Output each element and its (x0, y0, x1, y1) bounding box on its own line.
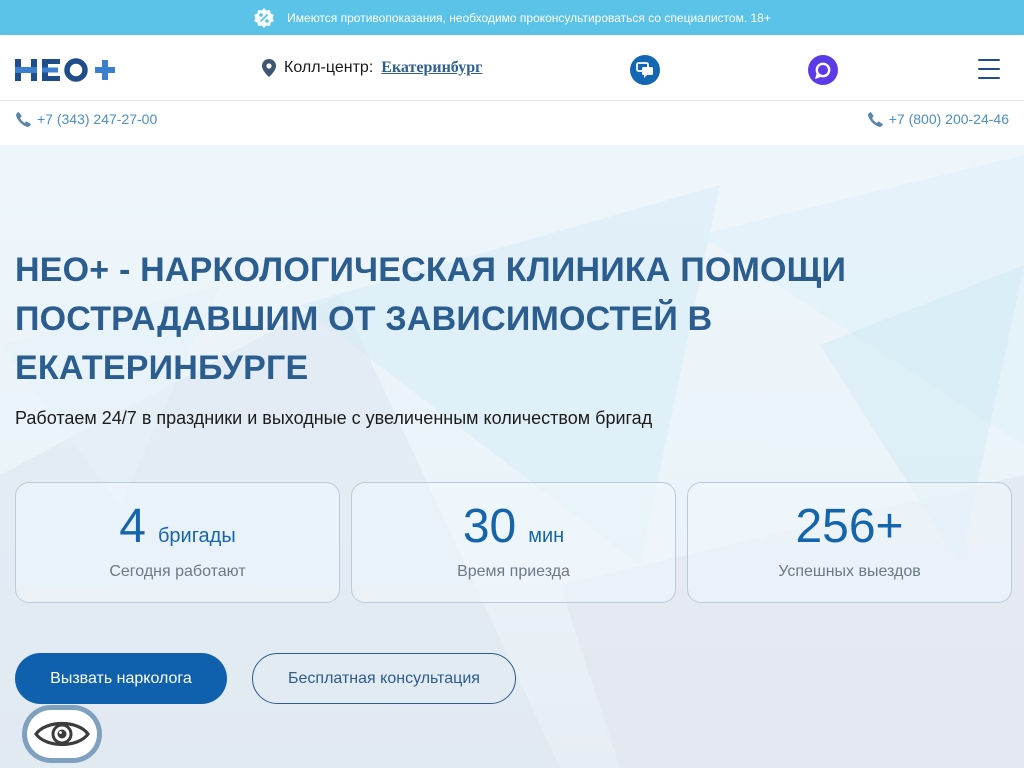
stat-unit: бригады (157, 525, 236, 547)
stat-value: 30 (462, 500, 517, 553)
messenger-icon (815, 62, 831, 79)
phone-number-local: +7 (343) 247-27-00 (37, 111, 158, 127)
chat-button[interactable] (630, 55, 660, 85)
hero-subtitle: Работаем 24/7 в праздники и выходные с у… (15, 408, 653, 428)
call-center-label: Колл-центр: (284, 59, 374, 76)
city-selector-link[interactable]: Екатеринбург (381, 59, 482, 77)
stats-row: 4 бригады Сегодня работают 30 мин Время … (15, 482, 1012, 603)
top-banner: Имеются противопоказания, необходимо про… (0, 0, 1024, 35)
call-narcologist-button[interactable]: Вызвать нарколога (15, 653, 227, 704)
phone-link-local[interactable]: +7 (343) 247-27-00 (16, 111, 157, 127)
stat-value: 256+ (795, 500, 904, 553)
eye-icon (34, 722, 90, 746)
stat-card-visits: 256+ Успешных выездов (687, 482, 1012, 603)
chat-icon (636, 62, 653, 78)
hamburger-menu-icon[interactable] (978, 59, 1000, 79)
phone-link-federal[interactable]: +7 (800) 200-24-46 (867, 111, 1009, 127)
stat-caption: Сегодня работают (109, 563, 246, 580)
header-divider (0, 100, 1024, 101)
stat-value: 4 (119, 500, 146, 553)
site-header: Колл-центр: Екатеринбург +7 (343) 247-27… (0, 35, 1024, 145)
hero-section: НЕО+ - НАРКОЛОГИЧЕСКАЯ КЛИНИКА ПОМОЩИ ПО… (0, 145, 1024, 768)
phone-icon (16, 111, 31, 127)
site-logo[interactable] (15, 57, 117, 83)
phone-number-federal: +7 (800) 200-24-46 (888, 111, 1009, 127)
percent-badge-icon (254, 7, 275, 28)
stat-unit: мин (528, 525, 565, 547)
location-pin-icon (262, 59, 276, 77)
page-title: НЕО+ - НАРКОЛОГИЧЕСКАЯ КЛИНИКА ПОМОЩИ ПО… (15, 251, 847, 387)
call-center: Колл-центр: Екатеринбург (262, 59, 482, 77)
accessibility-button[interactable] (22, 705, 102, 763)
logo-mark (15, 58, 115, 82)
stat-card-arrival-time: 30 мин Время приезда (351, 482, 676, 603)
messenger-button[interactable] (808, 55, 838, 85)
stat-caption: Успешных выездов (778, 563, 921, 580)
phone-icon (867, 111, 883, 127)
banner-text: Имеются противопоказания, необходимо про… (287, 10, 771, 25)
stat-caption: Время приезда (457, 563, 570, 580)
stat-card-brigades: 4 бригады Сегодня работают (15, 482, 340, 603)
free-consultation-button[interactable]: Бесплатная консультация (252, 653, 516, 704)
